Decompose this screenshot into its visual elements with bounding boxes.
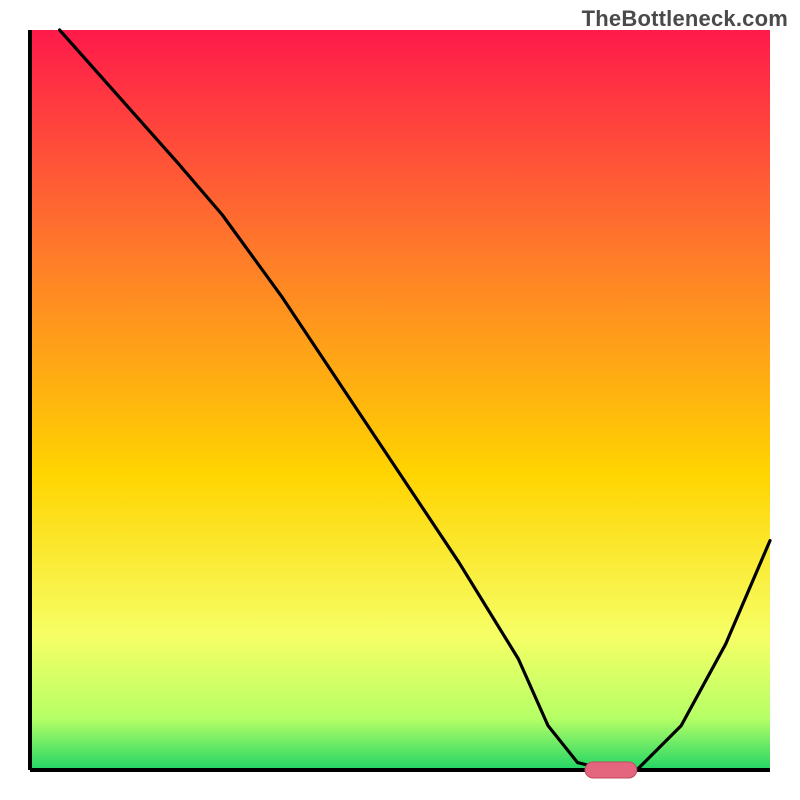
bottleneck-chart [0, 0, 800, 800]
gradient-background [30, 30, 770, 770]
chart-container: TheBottleneck.com [0, 0, 800, 800]
optimum-marker [585, 762, 637, 778]
plot-area [30, 30, 770, 778]
